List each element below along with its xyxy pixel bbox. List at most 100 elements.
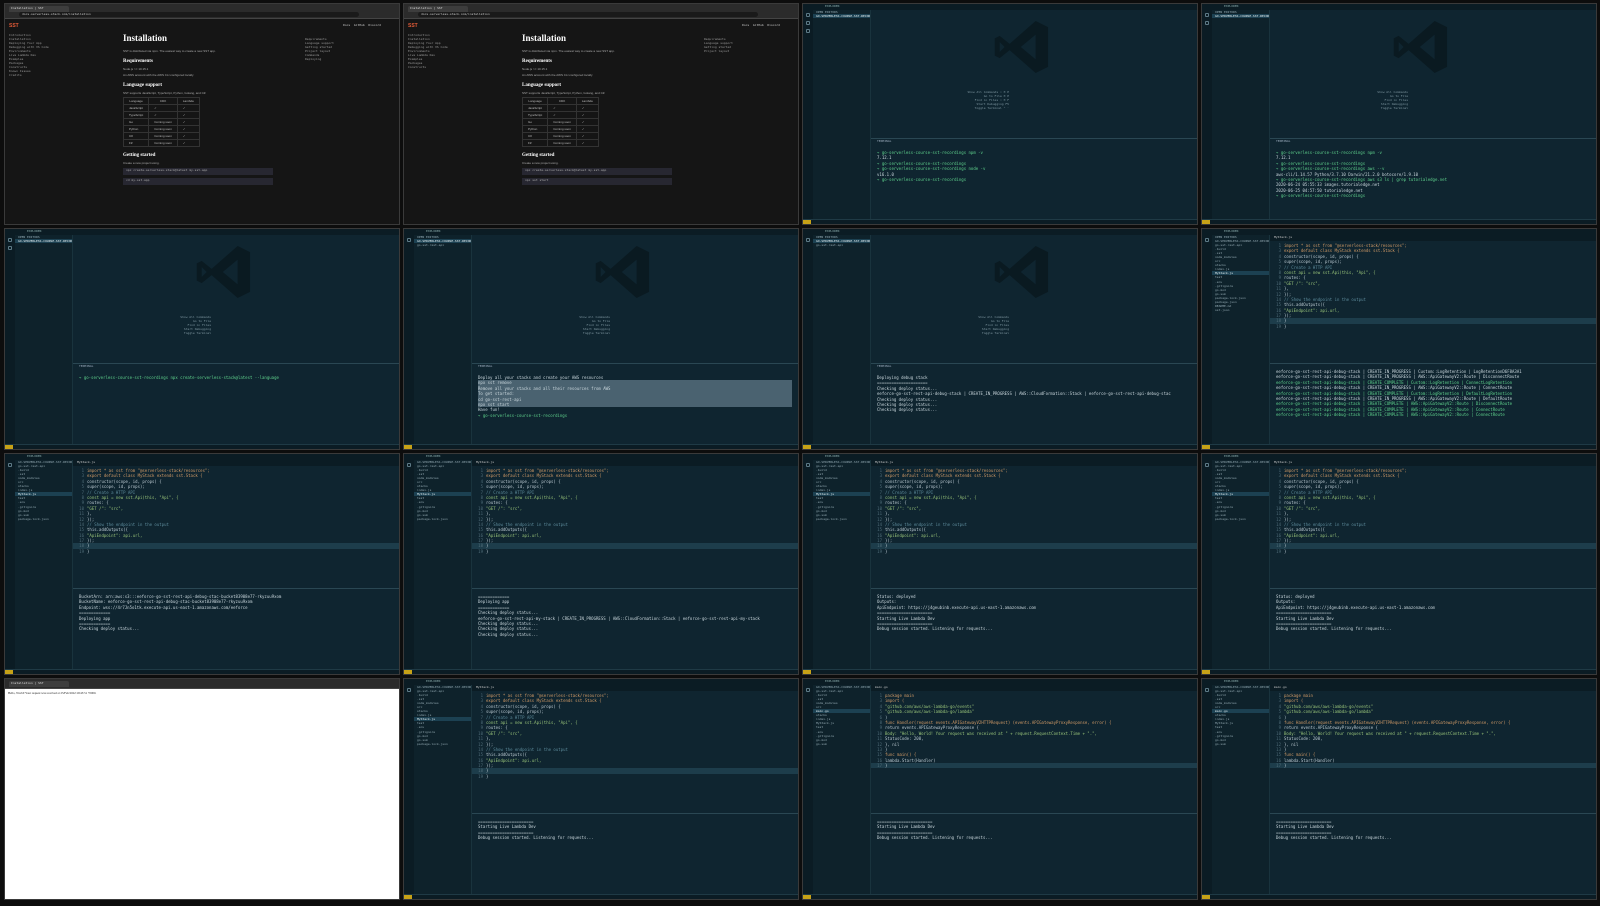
- tree-item[interactable]: go.sum: [1212, 742, 1269, 746]
- shortcut-item[interactable]: Toggle Terminal ⌃ `: [899, 106, 1009, 110]
- search-icon[interactable]: [806, 21, 810, 25]
- nav-docs[interactable]: Docs: [343, 23, 350, 27]
- terminal-output[interactable]: Deploying debug stack ==================…: [871, 370, 1197, 413]
- tree-item[interactable]: package-lock.json: [414, 742, 471, 746]
- address-bar[interactable]: docs.serverless-stack.com/installation: [418, 12, 758, 17]
- files-icon[interactable]: [8, 238, 12, 242]
- code-editor[interactable]: MyStack.js 1 import * as sst from "@serve…: [472, 460, 798, 588]
- code-editor[interactable]: MyStack.js 1 import * as sst from "@serve…: [73, 460, 399, 588]
- files-icon[interactable]: [1205, 13, 1209, 17]
- files-icon[interactable]: [1205, 238, 1209, 242]
- nav-docs[interactable]: Docs: [742, 23, 749, 27]
- code-line[interactable]: 19}: [1270, 324, 1596, 329]
- code-editor[interactable]: MyStack.js 1 import * as sst from "@serve…: [1270, 235, 1596, 363]
- shortcut-item[interactable]: Toggle Terminal: [500, 331, 610, 335]
- terminal-output[interactable]: ======================= Starting Live La…: [1270, 814, 1596, 841]
- source-control-icon[interactable]: [806, 29, 810, 33]
- tree-item[interactable]: go.sum: [813, 742, 870, 746]
- shortcut-item[interactable]: Toggle Terminal: [101, 331, 211, 335]
- code-editor[interactable]: MyStack.js 1 import * as sst from "@serve…: [472, 685, 798, 813]
- code-lines[interactable]: 1 import * as sst from "@serverless-stack…: [472, 468, 798, 554]
- search-icon[interactable]: [8, 246, 12, 250]
- editor-tab[interactable]: MyStack.js: [1270, 460, 1596, 466]
- code-lines[interactable]: 1 import * as sst from "@serverless-stack…: [472, 693, 798, 779]
- code-lines[interactable]: 1package main2 3import (4 "github.com/aw…: [871, 693, 1197, 769]
- shortcut-item[interactable]: Toggle Terminal: [899, 331, 1009, 335]
- terminal-output[interactable]: eeforce-go-sst-rest-api-debug-stack | CR…: [1270, 364, 1596, 418]
- nav-github[interactable]: GitHub: [753, 23, 764, 27]
- files-icon[interactable]: [1205, 688, 1209, 692]
- search-icon[interactable]: [1205, 21, 1209, 25]
- toc-item[interactable]: Deploying: [305, 57, 345, 61]
- code-line[interactable]: 19}: [472, 549, 798, 554]
- code-line[interactable]: 17}: [1270, 763, 1596, 769]
- terminal-output[interactable]: ======================= Starting Live La…: [472, 814, 798, 841]
- code-lines[interactable]: 1 import * as sst from "@serverless-stack…: [1270, 468, 1596, 554]
- code-line[interactable]: 17}: [871, 763, 1197, 769]
- code-block[interactable]: cd my-sst-app: [123, 178, 273, 185]
- code-block[interactable]: npx create-serverless-stack@latest my-ss…: [522, 168, 672, 175]
- site-logo[interactable]: SST: [408, 23, 418, 29]
- files-icon[interactable]: [1205, 463, 1209, 467]
- sidebar-item[interactable]: Credits: [9, 73, 59, 77]
- code-lines[interactable]: 1package main2 3import (4 "github.com/aw…: [1270, 693, 1596, 769]
- code-line[interactable]: 19}: [1270, 549, 1596, 554]
- tree-item[interactable]: package-lock.json: [1212, 517, 1269, 521]
- browser-tab[interactable]: Installation | SST: [9, 681, 69, 687]
- toc-item[interactable]: Project layout: [704, 49, 744, 53]
- code-lines[interactable]: 1 import * as sst from "@serverless-stack…: [1270, 243, 1596, 329]
- explorer-item[interactable]: GO-SERVERLESS-COURSE-SST-RECORDINGS: [813, 14, 870, 19]
- code-block[interactable]: npx create-serverless-stack@latest my-ss…: [123, 168, 273, 175]
- terminal-output[interactable]: ============= Deploying app ============…: [472, 589, 798, 637]
- explorer-item[interactable]: go-sst-rest-api: [414, 243, 471, 247]
- files-icon[interactable]: [8, 463, 12, 467]
- terminal-output[interactable]: Status: deployed Outputs: ApiEndpoint: h…: [871, 589, 1197, 632]
- files-icon[interactable]: [407, 463, 411, 467]
- terminal-output[interactable]: Deploy all your stacks and create your A…: [472, 370, 798, 418]
- sidebar-item[interactable]: Constructs: [408, 65, 458, 69]
- site-logo[interactable]: SST: [9, 23, 19, 29]
- code-editor[interactable]: MyStack.js 1 import * as sst from "@serve…: [871, 460, 1197, 588]
- files-icon[interactable]: [806, 688, 810, 692]
- editor-tab[interactable]: MyStack.js: [472, 460, 798, 466]
- terminal-output[interactable]: → go-serverless-course-sst-recordings np…: [871, 145, 1197, 182]
- tree-item[interactable]: package-lock.json: [813, 517, 870, 521]
- files-icon[interactable]: [407, 238, 411, 242]
- files-icon[interactable]: [806, 238, 810, 242]
- editor-tab[interactable]: MyStack.js: [472, 685, 798, 691]
- code-line[interactable]: 19}: [73, 549, 399, 554]
- tree-item[interactable]: package-lock.json: [15, 517, 72, 521]
- explorer-item[interactable]: GO-SERVERLESS-COURSE-SST-RECORDINGS: [15, 239, 72, 244]
- editor-tab[interactable]: main.go: [871, 685, 1197, 691]
- terminal-output[interactable]: → go-serverless-course-sst-recordings np…: [73, 370, 399, 380]
- nav-github[interactable]: GitHub: [354, 23, 365, 27]
- terminal-output[interactable]: → go-serverless-course-sst-recordings np…: [1270, 145, 1596, 199]
- explorer-item[interactable]: go-sst-rest-api: [813, 243, 870, 247]
- terminal-output[interactable]: Status: deployed Outputs: ApiEndpoint: h…: [1270, 589, 1596, 632]
- files-icon[interactable]: [806, 13, 810, 17]
- editor-tab[interactable]: MyStack.js: [73, 460, 399, 466]
- code-text: }: [1284, 318, 1287, 324]
- code-lines[interactable]: 1 import * as sst from "@serverless-stack…: [73, 468, 399, 554]
- editor-tab[interactable]: main.go: [1270, 685, 1596, 691]
- code-editor[interactable]: MyStack.js 1 import * as sst from "@serve…: [1270, 460, 1596, 588]
- editor-tab[interactable]: MyStack.js: [1270, 235, 1596, 241]
- code-editor[interactable]: main.go 1package main2 3import (4 "githu…: [871, 685, 1197, 813]
- code-block[interactable]: npx sst start: [522, 178, 672, 185]
- shortcut-item[interactable]: Toggle Terminal: [1298, 106, 1408, 110]
- explorer-item[interactable]: GO-SERVERLESS-COURSE-SST-RECORDINGS: [1212, 14, 1269, 19]
- nav-discord[interactable]: Discord: [368, 23, 381, 27]
- code-editor[interactable]: main.go 1package main2 3import (4 "githu…: [1270, 685, 1596, 813]
- terminal-output[interactable]: BucketArn: arn:aws:s3:::eeforce-go-sst-r…: [73, 589, 399, 632]
- files-icon[interactable]: [407, 688, 411, 692]
- tree-item[interactable]: sst.json: [1212, 308, 1269, 312]
- code-line[interactable]: 19}: [472, 774, 798, 779]
- editor-tab[interactable]: MyStack.js: [871, 460, 1197, 466]
- tree-item[interactable]: package-lock.json: [414, 517, 471, 521]
- nav-discord[interactable]: Discord: [767, 23, 780, 27]
- files-icon[interactable]: [806, 463, 810, 467]
- terminal-output[interactable]: ======================= Starting Live La…: [871, 814, 1197, 841]
- address-bar[interactable]: docs.serverless-stack.com/installation: [19, 12, 359, 17]
- code-lines[interactable]: 1 import * as sst from "@serverless-stack…: [871, 468, 1197, 554]
- code-line[interactable]: 19}: [871, 549, 1197, 554]
